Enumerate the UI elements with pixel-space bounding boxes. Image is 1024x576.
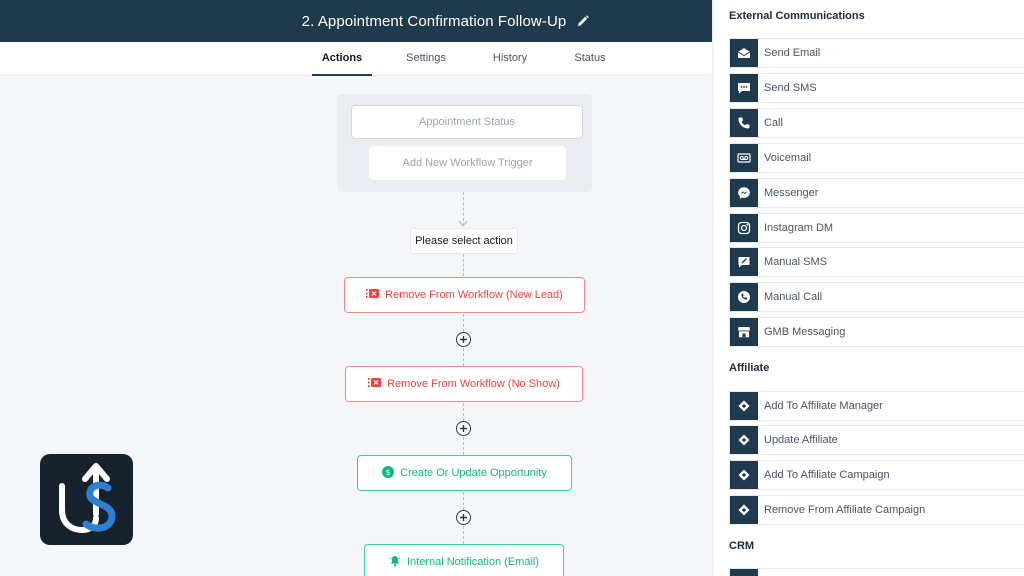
voicemail-icon	[730, 144, 758, 172]
action-remove-new-lead[interactable]: Remove From Workflow (New Lead)	[344, 277, 585, 313]
trigger-appointment-status[interactable]: Appointment Status	[351, 105, 583, 139]
action-create-opportunity[interactable]: $ Create Or Update Opportunity	[357, 455, 572, 491]
tab-status[interactable]: Status	[560, 42, 620, 76]
action-remove-no-show[interactable]: Remove From Workflow (No Show)	[345, 366, 583, 402]
brand-logo	[40, 454, 133, 545]
connector-line	[463, 254, 464, 276]
connector-line	[463, 492, 464, 510]
action-item-remove-from-affiliate-campaign[interactable]: Remove From Affiliate Campaign	[729, 495, 1024, 525]
section-title-crm: CRM	[729, 540, 755, 552]
connector-line	[463, 348, 464, 366]
section-title-external-communications: External Communications	[729, 10, 865, 22]
action-item-crm-partial[interactable]	[729, 568, 1024, 576]
add-step-button[interactable]	[456, 510, 471, 525]
bell-icon	[389, 555, 401, 570]
manual-call-icon	[730, 283, 758, 311]
sms-icon	[730, 74, 758, 102]
action-label: Remove From Workflow (New Lead)	[385, 289, 563, 301]
crm-icon	[730, 568, 758, 576]
diamond-icon	[730, 461, 758, 489]
tab-settings[interactable]: Settings	[396, 42, 456, 76]
action-item-call[interactable]: Call	[729, 108, 1024, 138]
workflow-title: 2. Appointment Confirmation Follow-Up	[301, 12, 567, 30]
svg-text:$: $	[386, 468, 391, 477]
action-item-add-to-affiliate-campaign[interactable]: Add To Affiliate Campaign	[729, 460, 1024, 490]
diamond-icon	[730, 392, 758, 420]
instagram-icon	[730, 214, 758, 242]
action-item-instagram-dm[interactable]: Instagram DM	[729, 213, 1024, 243]
remove-workflow-icon	[366, 288, 380, 302]
messenger-icon	[730, 179, 758, 207]
plus-icon	[460, 425, 467, 432]
phone-icon	[730, 109, 758, 137]
trigger-container: Appointment Status Add New Workflow Trig…	[337, 94, 592, 192]
add-step-button[interactable]	[456, 332, 471, 347]
action-item-update-affiliate[interactable]: Update Affiliate	[729, 425, 1024, 455]
tab-actions[interactable]: Actions	[312, 42, 372, 76]
select-action-placeholder[interactable]: Please select action	[410, 228, 518, 254]
action-item-send-email[interactable]: Send Email	[729, 38, 1024, 68]
connector-line	[463, 437, 464, 455]
action-item-add-to-affiliate-manager[interactable]: Add To Affiliate Manager	[729, 391, 1024, 421]
diamond-icon	[730, 426, 758, 454]
connector-arrow	[458, 220, 468, 227]
diamond-icon	[730, 496, 758, 524]
dollar-icon: $	[382, 465, 395, 481]
tab-history[interactable]: History	[480, 42, 540, 76]
action-item-voicemail[interactable]: Voicemail	[729, 143, 1024, 173]
section-title-affiliate: Affiliate	[729, 362, 770, 374]
action-item-messenger[interactable]: Messenger	[729, 178, 1024, 208]
add-trigger-button[interactable]: Add New Workflow Trigger	[369, 146, 566, 180]
plus-icon	[460, 514, 467, 521]
action-picker-panel: External Communications Send Email Send …	[712, 0, 1024, 576]
manual-sms-icon	[730, 248, 758, 276]
connector-line	[463, 314, 464, 332]
remove-workflow-icon	[368, 377, 382, 391]
action-item-manual-call[interactable]: Manual Call	[729, 282, 1024, 312]
email-icon	[730, 39, 758, 67]
action-label: Create Or Update Opportunity	[400, 467, 547, 479]
connector-line	[463, 403, 464, 421]
action-item-manual-sms[interactable]: Manual SMS	[729, 247, 1024, 277]
action-label: Remove From Workflow (No Show)	[387, 378, 560, 390]
action-label: Internal Notification (Email)	[406, 556, 540, 568]
workflow-header: 2. Appointment Confirmation Follow-Up	[0, 0, 712, 42]
action-item-gmb-messaging[interactable]: GMB Messaging	[729, 317, 1024, 347]
plus-icon	[460, 336, 467, 343]
store-icon	[730, 318, 758, 346]
add-step-button[interactable]	[456, 421, 471, 436]
pencil-icon[interactable]	[576, 14, 590, 28]
tab-bar: Actions Settings History Status	[0, 42, 712, 76]
action-item-send-sms[interactable]: Send SMS	[729, 73, 1024, 103]
action-internal-notification[interactable]: Internal Notification (Email)	[364, 544, 564, 576]
connector-line	[463, 526, 464, 544]
